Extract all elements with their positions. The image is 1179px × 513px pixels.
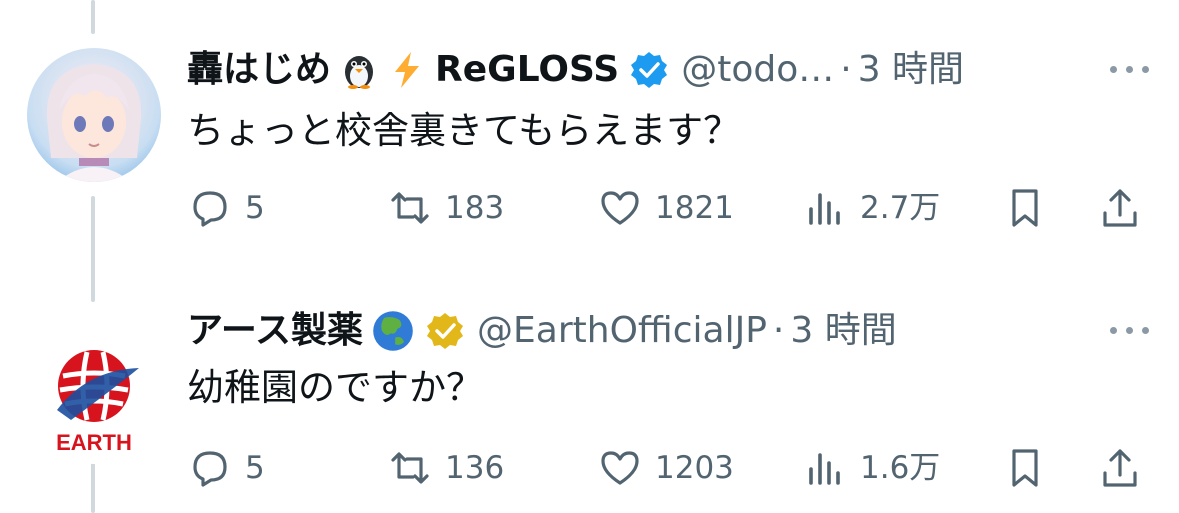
- views-button[interactable]: 1.6万: [802, 445, 940, 491]
- earth-logo-icon: EARTH: [27, 330, 161, 464]
- bookmark-icon: [1012, 189, 1038, 227]
- separator-dot: ·: [840, 49, 852, 90]
- retweet-icon: [391, 192, 429, 224]
- reply-button[interactable]: 5: [187, 445, 265, 491]
- bookmark-button[interactable]: [1002, 445, 1060, 491]
- tweet-header: 轟はじめ ReGLOSS @todo… · 3 時間: [187, 48, 1179, 92]
- globe-asia-icon: [371, 309, 415, 353]
- tweet[interactable]: 轟はじめ ReGLOSS @todo… · 3 時間 ちょっと校舎裏きてもらえま…: [0, 0, 1179, 300]
- views-count: 2.7万: [860, 190, 941, 226]
- separator-dot: ·: [772, 310, 785, 351]
- retweet-count: 136: [445, 450, 505, 486]
- like-count: 1203: [655, 450, 734, 486]
- retweet-button[interactable]: 183: [387, 185, 504, 231]
- like-button[interactable]: 1821: [597, 185, 734, 231]
- tweet-header: アース製薬 @EarthOfficialJP · 3 時間: [187, 309, 1179, 353]
- reply-count: 5: [245, 450, 265, 486]
- retweet-count: 183: [445, 190, 505, 226]
- user-handle[interactable]: @todo…: [681, 48, 834, 92]
- tweet[interactable]: EARTH アース製薬 @EarthOfficialJP · 3 時間 幼稚園の…: [0, 300, 1179, 513]
- group-name[interactable]: ReGLOSS: [435, 48, 619, 92]
- share-icon: [1103, 449, 1137, 487]
- heart-icon: [601, 451, 639, 485]
- more-options-icon[interactable]: [1110, 327, 1149, 334]
- user-handle[interactable]: @EarthOfficialJP: [477, 309, 767, 353]
- tweet-text: 幼稚園のですか？: [187, 366, 483, 409]
- display-name[interactable]: 轟はじめ: [187, 48, 331, 92]
- bookmark-button[interactable]: [1002, 185, 1060, 231]
- reply-button[interactable]: 5: [187, 185, 265, 231]
- views-button[interactable]: 2.7万: [802, 185, 940, 231]
- views-chart-icon: [809, 453, 840, 485]
- views-chart-icon: [809, 193, 840, 225]
- views-count: 1.6万: [860, 450, 941, 486]
- penguin-icon: [339, 50, 379, 90]
- like-button[interactable]: 1203: [597, 445, 734, 491]
- display-name[interactable]: アース製薬: [187, 309, 363, 353]
- tweet-actions: 5 183 1821 2.7万: [187, 185, 1179, 235]
- retweet-button[interactable]: 136: [387, 445, 504, 491]
- verified-badge-icon: [425, 311, 465, 351]
- high-voltage-icon: [387, 50, 427, 90]
- verified-badge-icon: [629, 50, 669, 90]
- heart-icon: [601, 191, 639, 225]
- bookmark-icon: [1012, 449, 1038, 487]
- avatar[interactable]: [27, 48, 161, 182]
- share-icon: [1103, 189, 1137, 227]
- share-button[interactable]: [1097, 445, 1155, 491]
- reply-count: 5: [245, 190, 265, 226]
- earth-logo-text: EARTH: [56, 430, 132, 455]
- retweet-icon: [391, 452, 429, 484]
- reply-icon: [193, 451, 227, 487]
- like-count: 1821: [655, 190, 734, 226]
- anime-character-avatar: [27, 48, 161, 182]
- tweet-text: ちょっと校舎裏きてもらえます？: [187, 109, 741, 152]
- tweet-actions: 5 136 1203 1.6万: [187, 445, 1179, 495]
- more-options-icon[interactable]: [1110, 66, 1149, 73]
- timestamp[interactable]: 3 時間: [858, 48, 964, 92]
- share-button[interactable]: [1097, 185, 1155, 231]
- reply-icon: [193, 191, 227, 227]
- timestamp[interactable]: 3 時間: [790, 309, 896, 353]
- avatar[interactable]: EARTH: [27, 330, 161, 464]
